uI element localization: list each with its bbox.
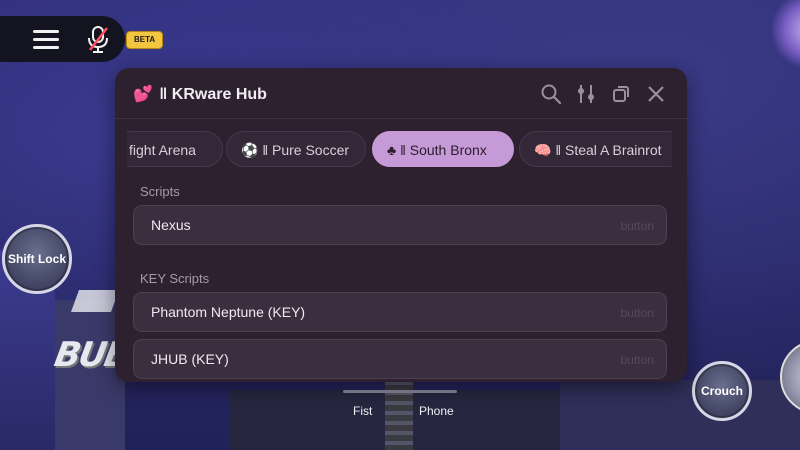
tab-steal-a-brainrot[interactable]: 🧠 ‖ Steal A Brainrot (519, 131, 672, 167)
script-button-nexus[interactable]: Nexus button (133, 205, 667, 245)
graffiti-mark (70, 290, 120, 312)
script-label: JHUB (KEY) (151, 351, 229, 367)
script-label: Phantom Neptune (KEY) (151, 304, 306, 320)
script-hint: button (620, 353, 654, 367)
section-title-scripts: Scripts (140, 184, 180, 199)
glow-orb (770, 0, 800, 70)
search-icon[interactable] (540, 83, 562, 105)
script-label: Nexus (151, 217, 191, 233)
beta-badge: BETA (126, 31, 164, 49)
scene-floor-right (560, 380, 800, 450)
script-hint: button (620, 219, 654, 233)
shift-lock-button[interactable]: Shift Lock (2, 224, 72, 294)
section-title-key-scripts: KEY Scripts (140, 271, 210, 286)
hub-header: 💕 ‖ KRware Hub (115, 68, 687, 119)
mic-muted-icon[interactable] (84, 24, 112, 54)
player-character (385, 375, 413, 450)
minimize-window-icon[interactable] (610, 83, 632, 105)
game-tabs: fight Arena ⚽ ‖ Pure Soccer ♣ ‖ South Br… (127, 131, 672, 169)
close-icon[interactable] (645, 83, 667, 105)
krware-hub-window: 💕 ‖ KRware Hub fight Arena ⚽ ‖ Pure Socc… (115, 68, 687, 382)
tab-pure-soccer[interactable]: ⚽ ‖ Pure Soccer (226, 131, 366, 167)
hamburger-menu-icon[interactable] (33, 26, 59, 52)
script-hint: button (620, 306, 654, 320)
hub-title: 💕 ‖ KRware Hub (133, 84, 267, 104)
crouch-button[interactable]: Crouch (692, 361, 752, 421)
hotbar-item-fist[interactable]: Fist (353, 404, 372, 418)
hotbar-item-phone[interactable]: Phone (419, 404, 454, 418)
script-button-phantom-neptune[interactable]: Phantom Neptune (KEY) button (133, 292, 667, 332)
settings-sliders-icon[interactable] (575, 83, 597, 105)
hub-title-text: KRware Hub (171, 86, 267, 103)
tab-south-bronx[interactable]: ♣ ‖ South Bronx (372, 131, 514, 167)
hearts-icon: 💕 (133, 86, 153, 103)
script-button-jhub[interactable]: JHUB (KEY) button (133, 339, 667, 379)
hotbar-divider (343, 390, 457, 393)
tab-fight-arena[interactable]: fight Arena (127, 131, 223, 167)
title-separator: ‖ (159, 86, 168, 103)
